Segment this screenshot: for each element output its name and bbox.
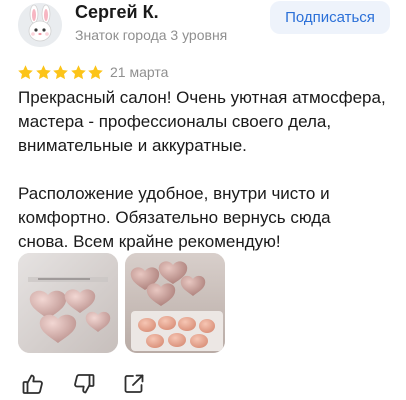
review-text: Прекрасный салон! Очень уютная атмосфера… <box>18 86 398 254</box>
star-icon <box>35 64 52 81</box>
star-icon <box>52 64 69 81</box>
review-paragraph: Прекрасный салон! Очень уютная атмосфера… <box>18 88 386 155</box>
star-icon <box>70 64 87 81</box>
share-icon <box>124 374 144 393</box>
review-date: 21 марта <box>110 64 169 80</box>
subscribe-button[interactable]: Подписаться <box>270 1 390 34</box>
share-button[interactable] <box>122 372 146 396</box>
dislike-button[interactable] <box>72 372 96 396</box>
star-icon <box>87 64 104 81</box>
review-card: Сергей К. Знаток города 3 уровня Подписа… <box>0 0 406 400</box>
heart-balloons-tray-photo <box>125 253 225 353</box>
rating-stars <box>17 63 105 81</box>
star-icon <box>17 64 34 81</box>
thumbs-down-icon <box>74 374 95 394</box>
review-photo[interactable] <box>125 253 225 353</box>
review-paragraph: Расположение удобное, внутри чисто и ком… <box>18 184 331 251</box>
review-photo[interactable] <box>18 253 118 353</box>
heart-balloons-photo <box>18 253 118 353</box>
author-name[interactable]: Сергей К. <box>75 1 159 23</box>
bunny-face-icon <box>18 3 62 47</box>
author-level: Знаток города 3 уровня <box>75 27 228 43</box>
avatar[interactable] <box>18 3 62 47</box>
thumbs-up-icon <box>22 374 43 394</box>
like-button[interactable] <box>21 372 45 396</box>
